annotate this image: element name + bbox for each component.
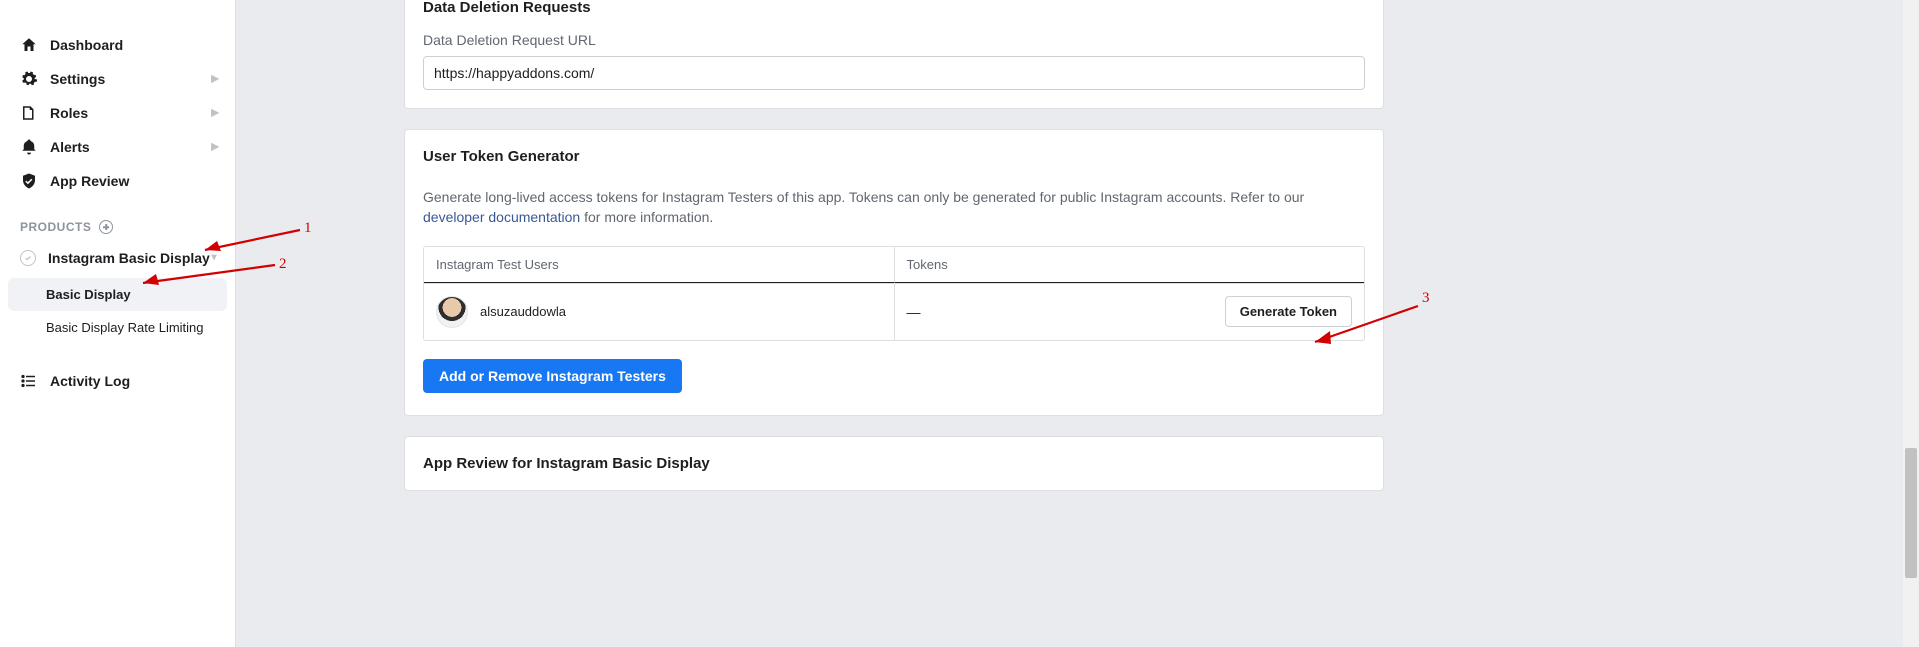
chevron-right-icon: ▶ <box>211 142 219 153</box>
sidebar-item-label: Activity Log <box>50 373 130 389</box>
desc-post: for more information. <box>580 209 713 225</box>
generate-token-button[interactable]: Generate Token <box>1225 296 1352 327</box>
table-header: Instagram Test Users Tokens <box>424 247 1364 283</box>
section-heading: App Review for Instagram Basic Display <box>405 437 1383 490</box>
card-data-deletion: Data Deletion Requests Data Deletion Req… <box>404 0 1384 109</box>
sidebar-item-roles[interactable]: Roles ▶ <box>0 96 235 130</box>
products-heading-text: PRODUCTS <box>20 220 91 234</box>
card-token-generator: User Token Generator Generate long-lived… <box>404 129 1384 416</box>
add-remove-testers-button[interactable]: Add or Remove Instagram Testers <box>423 359 682 393</box>
roles-icon <box>20 104 38 122</box>
product-label: Instagram Basic Display <box>48 250 210 266</box>
avatar <box>436 296 468 328</box>
cell-user: alsuzauddowla <box>424 283 894 340</box>
sidebar-item-label: Dashboard <box>50 37 123 53</box>
tester-username: alsuzauddowla <box>480 304 566 319</box>
sidebar-item-app-review[interactable]: App Review <box>0 164 235 198</box>
cell-token: — Generate Token <box>894 283 1365 340</box>
sidebar-item-label: App Review <box>50 173 129 189</box>
subitem-rate-limiting[interactable]: Basic Display Rate Limiting <box>0 311 235 344</box>
sidebar: Dashboard Settings ▶ Roles ▶ Alerts ▶ Ap… <box>0 0 236 647</box>
data-deletion-url-input[interactable] <box>423 56 1365 90</box>
section-heading: User Token Generator <box>405 130 1383 165</box>
sidebar-item-label: Alerts <box>50 139 90 155</box>
sidebar-item-settings[interactable]: Settings ▶ <box>0 62 235 96</box>
home-icon <box>20 36 38 54</box>
desc-pre: Generate long-lived access tokens for In… <box>423 189 1304 205</box>
sidebar-product-instagram[interactable]: Instagram Basic Display ▼ <box>0 242 235 274</box>
gear-icon <box>20 70 38 88</box>
chevron-right-icon: ▶ <box>211 108 219 119</box>
token-gen-description: Generate long-lived access tokens for In… <box>405 165 1383 228</box>
sidebar-item-alerts[interactable]: Alerts ▶ <box>0 130 235 164</box>
shield-icon <box>20 172 38 190</box>
main-content: Data Deletion Requests Data Deletion Req… <box>236 0 1919 647</box>
chevron-right-icon: ▶ <box>211 74 219 85</box>
testers-table: Instagram Test Users Tokens alsuzauddowl… <box>423 246 1365 341</box>
field-label: Data Deletion Request URL <box>423 32 1365 56</box>
subitem-label: Basic Display Rate Limiting <box>46 320 204 335</box>
caret-down-icon: ▼ <box>209 253 219 264</box>
table-row: alsuzauddowla — Generate Token <box>424 283 1364 340</box>
subitem-label: Basic Display <box>46 287 131 302</box>
sidebar-item-dashboard[interactable]: Dashboard <box>0 28 235 62</box>
sidebar-item-label: Settings <box>50 71 105 87</box>
sidebar-item-activity-log[interactable]: Activity Log <box>0 364 235 398</box>
developer-doc-link[interactable]: developer documentation <box>423 209 580 225</box>
product-sub-list: Basic Display Basic Display Rate Limitin… <box>0 274 235 348</box>
col-users: Instagram Test Users <box>424 247 894 283</box>
list-icon <box>20 372 38 390</box>
token-value: — <box>907 304 921 320</box>
scrollbar[interactable] <box>1903 0 1919 647</box>
scrollbar-thumb[interactable] <box>1905 448 1917 578</box>
sidebar-item-label: Roles <box>50 105 88 121</box>
card-app-review: App Review for Instagram Basic Display <box>404 436 1384 491</box>
sidebar-products-heading: PRODUCTS <box>0 198 235 242</box>
subitem-basic-display[interactable]: Basic Display <box>8 278 227 311</box>
col-tokens: Tokens <box>894 247 1365 283</box>
add-product-icon[interactable] <box>99 220 113 234</box>
check-circle-icon <box>20 250 36 266</box>
card-title: Data Deletion Requests <box>405 0 1383 32</box>
bell-icon <box>20 138 38 156</box>
